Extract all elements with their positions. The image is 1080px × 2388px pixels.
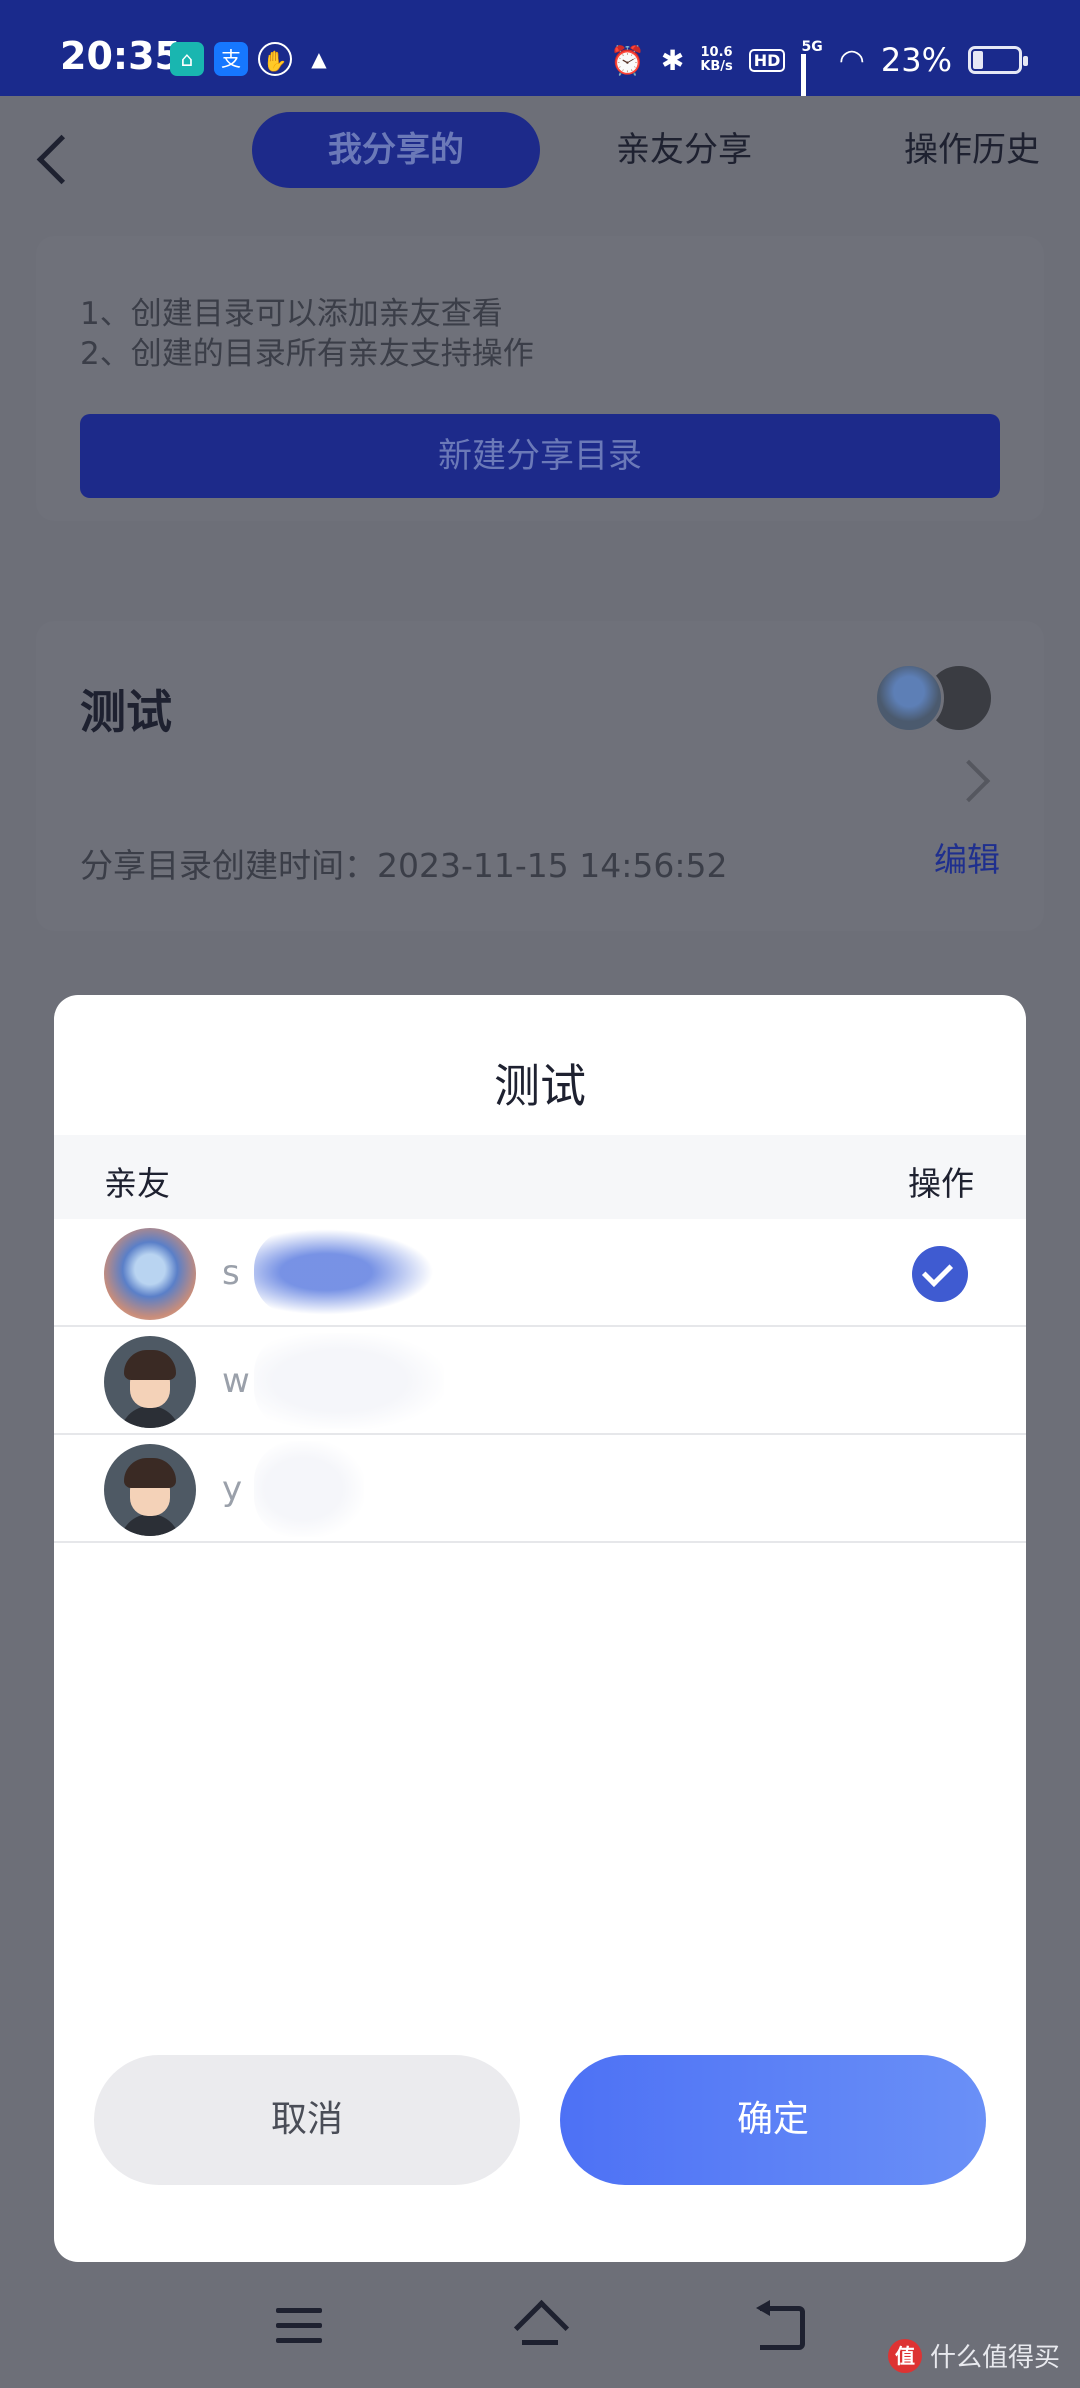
avatar [104, 1444, 196, 1536]
back-button[interactable] [36, 128, 76, 188]
status-time: 20:35 [60, 34, 181, 78]
redaction-scribble [254, 1441, 364, 1537]
directory-card[interactable]: 测试 分享目录创建时间：2023-11-15 14:56:52 编辑 [36, 621, 1044, 931]
tab-friend-shares[interactable]: 亲友分享 [540, 112, 828, 188]
home-icon[interactable] [512, 2300, 568, 2348]
watermark: 值 什么值得买 [887, 2337, 1060, 2374]
home-app-icon: ⌂ [170, 42, 204, 76]
warning-icon: ▲ [311, 47, 327, 71]
menu-icon[interactable] [276, 2308, 322, 2344]
tab-bar: 我分享的 亲友分享 操作历史 [252, 112, 1040, 188]
dialog-title: 测试 [494, 1059, 586, 1113]
tab-operation-history[interactable]: 操作历史 [892, 112, 1052, 188]
status-icons: ⏰ ✱ 10.6 KB/s HD 5G ◠ 23% [609, 39, 1028, 117]
bluetooth-icon: ✱ [660, 43, 685, 77]
cancel-button[interactable]: 取消 [94, 2055, 520, 2185]
column-friend: 亲友 [104, 1164, 170, 1203]
redaction-scribble [254, 1333, 444, 1429]
directory-title: 测试 [80, 685, 172, 739]
friend-row[interactable]: w [54, 1327, 1026, 1435]
avatar [104, 1336, 196, 1428]
confirm-button[interactable]: 确定 [560, 2055, 986, 2185]
chevron-right-icon [947, 759, 991, 803]
redaction-scribble [254, 1229, 434, 1315]
smzdm-logo-icon: 值 [887, 2338, 922, 2373]
notice-line-2: 2、创建的目录所有亲友支持操作 [80, 336, 534, 372]
battery-icon [968, 46, 1028, 74]
alarm-icon: ⏰ [609, 43, 645, 77]
battery-percent: 23% [880, 41, 952, 79]
navigation-bar: 值 什么值得买 [0, 2262, 1080, 2388]
hd-badge: HD [748, 48, 786, 72]
status-bar: 20:35 ⌂ 支 ✋ ▲ ⏰ ✱ 10.6 KB/s HD 5G ◠ 23% [0, 0, 1080, 117]
check-circle-icon[interactable] [912, 1246, 968, 1302]
friend-name: w [222, 1361, 250, 1401]
network-type: 5G [801, 39, 823, 55]
screen: 20:35 ⌂ 支 ✋ ▲ ⏰ ✱ 10.6 KB/s HD 5G ◠ 23% … [0, 0, 1080, 2388]
directory-created-time: 分享目录创建时间：2023-11-15 14:56:52 [80, 846, 728, 885]
create-share-dir-button[interactable]: 新建分享目录 [80, 414, 1000, 498]
share-members-dialog: 测试 亲友 操作 s w y 取消 确定 [54, 995, 1026, 2262]
notice-card: 1、创建目录可以添加亲友查看 2、创建的目录所有亲友支持操作 新建分享目录 [36, 236, 1044, 521]
avatar [104, 1228, 196, 1320]
column-action: 操作 [908, 1164, 974, 1203]
friend-row[interactable]: y [54, 1435, 1026, 1543]
member-avatars [874, 663, 994, 733]
edit-link[interactable]: 编辑 [934, 833, 1000, 881]
notice-line-1: 1、创建目录可以添加亲友查看 [80, 296, 503, 332]
net-speed: 10.6 KB/s [700, 46, 732, 74]
friend-name: y [222, 1469, 243, 1509]
back-icon[interactable] [756, 2300, 806, 2350]
battery-fill [973, 51, 983, 69]
net-speed-value: 10.6 [700, 45, 733, 60]
table-header: 亲友 操作 [54, 1135, 1026, 1219]
signal-icon: 5G [801, 39, 823, 117]
tab-my-shares[interactable]: 我分享的 [252, 112, 540, 188]
hand-app-icon: ✋ [258, 42, 292, 76]
wifi-icon: ◠ [838, 42, 865, 78]
friend-name: s [222, 1253, 240, 1293]
alipay-app-icon: 支 [214, 42, 248, 76]
watermark-text: 什么值得买 [929, 2343, 1060, 2373]
avatar [874, 663, 944, 733]
net-speed-unit: KB/s [700, 59, 733, 74]
friend-row[interactable]: s [54, 1219, 1026, 1327]
